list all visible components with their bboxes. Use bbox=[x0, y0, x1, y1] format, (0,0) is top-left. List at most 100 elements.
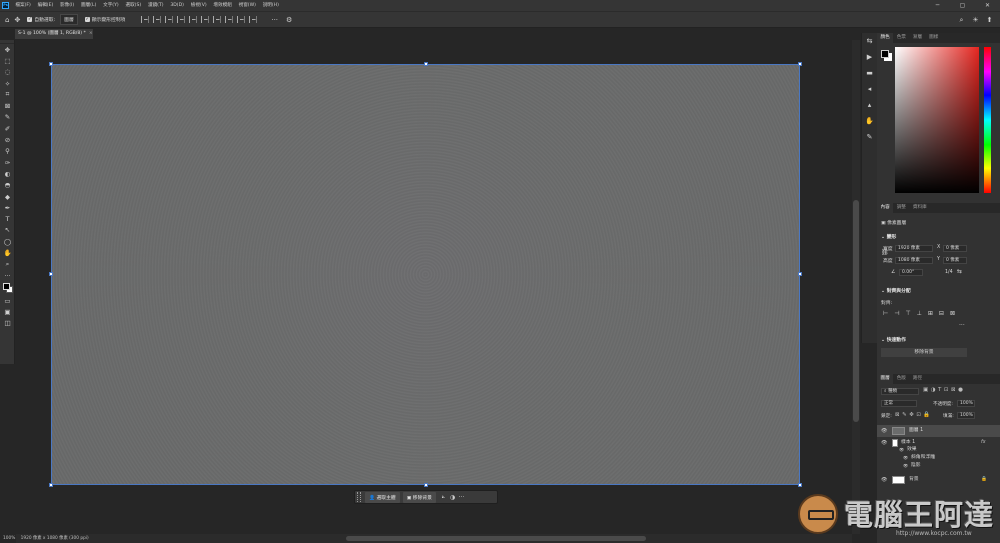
taskbar-more-icon[interactable]: ··· bbox=[457, 494, 466, 501]
menu-plugins[interactable]: 增效模組 bbox=[210, 0, 235, 11]
align-top-icon[interactable] bbox=[177, 16, 186, 23]
clone-source-icon[interactable]: ✋ bbox=[862, 113, 877, 129]
menu-type[interactable]: 文字(Y) bbox=[100, 0, 122, 11]
distribute-spacing-icon[interactable] bbox=[249, 16, 258, 23]
menu-filter[interactable]: 濾鏡(T) bbox=[145, 0, 167, 11]
tab-patterns[interactable]: 圖樣 bbox=[926, 33, 942, 43]
screen-mode-icon[interactable]: ▣ bbox=[0, 307, 15, 318]
type-tool-icon[interactable]: T bbox=[0, 213, 15, 224]
healing-brush-tool-icon[interactable]: ✐ bbox=[0, 123, 15, 134]
auto-select-dropdown[interactable]: 圖層 bbox=[60, 14, 78, 25]
zoom-tool-icon[interactable]: ⌕ bbox=[0, 259, 15, 270]
x-field[interactable]: 0 像素 bbox=[943, 245, 967, 252]
path-selection-tool-icon[interactable]: ↖ bbox=[0, 225, 15, 236]
quick-mask-icon[interactable]: ▭ bbox=[0, 295, 15, 306]
document-tab[interactable]: S-1 @ 100% (圖層 1, RGB/8) * × bbox=[15, 29, 93, 39]
eyedropper-tool-icon[interactable]: ✎ bbox=[0, 112, 15, 123]
adjustment-icon[interactable]: ◑ bbox=[448, 494, 457, 501]
auto-select-checkbox[interactable]: ✓ 自動選取: bbox=[27, 16, 55, 23]
search-icon[interactable]: ⌕ bbox=[957, 16, 966, 24]
menu-help[interactable]: 說明(H) bbox=[259, 0, 282, 11]
history-icon[interactable]: ⇆ bbox=[862, 33, 877, 49]
minimize-button[interactable]: ─ bbox=[925, 0, 950, 11]
eraser-tool-icon[interactable]: ◐ bbox=[0, 168, 15, 179]
align-right-icon[interactable] bbox=[165, 16, 174, 23]
layer-row[interactable]: 👁 圖層 1 bbox=[877, 425, 1000, 437]
home-icon[interactable]: ⌂ bbox=[5, 16, 9, 24]
menu-select[interactable]: 選取(S) bbox=[122, 0, 144, 11]
taskbar-grip[interactable] bbox=[357, 492, 361, 502]
align-left-icon[interactable] bbox=[141, 16, 150, 23]
distribute-horizontal-icon[interactable] bbox=[225, 16, 234, 23]
menu-view[interactable]: 檢視(V) bbox=[187, 0, 210, 11]
character-icon[interactable]: ◂ bbox=[862, 81, 877, 97]
close-document-icon[interactable]: × bbox=[89, 31, 93, 36]
link-icon[interactable]: ⛓ bbox=[881, 249, 889, 256]
menu-edit[interactable]: 編輯(E) bbox=[34, 0, 56, 11]
menu-window[interactable]: 視窗(W) bbox=[235, 0, 259, 11]
workspace-light-icon[interactable]: ☀ bbox=[971, 16, 980, 24]
blend-mode-dropdown[interactable]: 正常 bbox=[881, 400, 917, 407]
hand-tool-icon[interactable]: ✋ bbox=[0, 247, 15, 258]
brush-settings-icon[interactable]: ▴ bbox=[862, 97, 877, 113]
more-options-icon[interactable]: ··· bbox=[271, 16, 278, 24]
layer-row[interactable]: 👁 背景 🔒 bbox=[877, 474, 1000, 486]
marquee-tool-icon[interactable]: ⬚ bbox=[0, 55, 15, 66]
color-swatches[interactable] bbox=[0, 281, 15, 295]
align-icons-row[interactable]: ⊢⊣⊤⊥⊞⊟⊠ bbox=[883, 310, 961, 317]
move-tool-icon[interactable]: ✥ bbox=[0, 44, 15, 55]
transform-handle-bottom[interactable] bbox=[424, 483, 428, 487]
tab-layers[interactable]: 圖層 bbox=[877, 374, 894, 384]
tab-channels[interactable]: 色版 bbox=[893, 374, 909, 384]
effect-row[interactable]: 👁 斜角和浮雕 bbox=[877, 454, 1000, 462]
shape-tool-icon[interactable]: ◯ bbox=[0, 236, 15, 247]
width-field[interactable]: 1920 像素 bbox=[895, 245, 933, 252]
object-selection-tool-icon[interactable]: ✧ bbox=[0, 78, 15, 89]
color-picker-field[interactable] bbox=[895, 47, 979, 193]
pen-tool-icon[interactable]: ✒ bbox=[0, 202, 15, 213]
share-icon[interactable]: ⬆ bbox=[985, 16, 994, 24]
fill-field[interactable]: 100% bbox=[957, 412, 975, 419]
effects-row[interactable]: 👁 效果 bbox=[877, 446, 1000, 454]
eye-icon[interactable]: 👁 bbox=[903, 462, 908, 470]
angle-field[interactable]: 0.00° bbox=[899, 269, 923, 276]
close-window-button[interactable]: ✕ bbox=[975, 0, 1000, 11]
blur-tool-icon[interactable]: ◆ bbox=[0, 191, 15, 202]
transform-handle-top-left[interactable] bbox=[49, 62, 53, 66]
opacity-field[interactable]: 100% bbox=[957, 400, 975, 407]
show-transform-controls-checkbox[interactable]: ✓ 顯示變形控制項 bbox=[84, 16, 125, 23]
transform-handle-bottom-left[interactable] bbox=[49, 483, 53, 487]
tab-gradients[interactable]: 漸層 bbox=[909, 33, 925, 43]
remove-background-taskbar-button[interactable]: ▣ 移除背景 bbox=[402, 491, 436, 503]
eye-icon[interactable]: 👁 bbox=[903, 454, 908, 462]
menu-layer[interactable]: 圖層(L) bbox=[78, 0, 100, 11]
history-brush-tool-icon[interactable]: ✑ bbox=[0, 157, 15, 168]
transform-icon[interactable]: ⟀ bbox=[439, 493, 448, 501]
gear-icon[interactable]: ⚙ bbox=[286, 16, 292, 24]
gradient-tool-icon[interactable]: ◓ bbox=[0, 180, 15, 191]
effect-row[interactable]: 👁 陰影 bbox=[877, 462, 1000, 470]
align-bottom-icon[interactable] bbox=[201, 16, 210, 23]
menu-3d[interactable]: 3D(D) bbox=[167, 0, 187, 11]
eye-icon[interactable]: 👁 bbox=[881, 474, 887, 486]
transform-handle-right[interactable] bbox=[798, 272, 802, 276]
horizontal-scrollbar[interactable] bbox=[16, 534, 852, 543]
frame-tool-icon[interactable]: ⊠ bbox=[0, 100, 15, 111]
align-section-title[interactable]: ⌄ 對齊與分配 bbox=[881, 287, 911, 294]
menu-image[interactable]: 影像(I) bbox=[57, 0, 78, 11]
remove-background-button[interactable]: 移除背景 bbox=[881, 348, 967, 357]
tab-color[interactable]: 顏色 bbox=[877, 33, 894, 43]
clone-stamp-tool-icon[interactable]: ⚲ bbox=[0, 146, 15, 157]
comments-icon[interactable]: ▬ bbox=[862, 65, 877, 81]
transform-section-title[interactable]: ⌄ 變形 bbox=[881, 233, 896, 240]
document-canvas[interactable] bbox=[51, 64, 800, 485]
tab-libraries[interactable]: 資料庫 bbox=[909, 203, 930, 213]
eye-icon[interactable]: 👁 bbox=[899, 446, 904, 454]
align-middle-icon[interactable] bbox=[189, 16, 198, 23]
select-subject-button[interactable]: 👤 選取主體 bbox=[365, 491, 400, 503]
transform-handle-bottom-right[interactable] bbox=[798, 483, 802, 487]
distribute-icon[interactable] bbox=[213, 16, 222, 23]
brushes-icon[interactable]: ✎ bbox=[862, 129, 877, 145]
hue-slider[interactable] bbox=[984, 47, 991, 193]
eye-icon[interactable]: 👁 bbox=[881, 425, 887, 437]
